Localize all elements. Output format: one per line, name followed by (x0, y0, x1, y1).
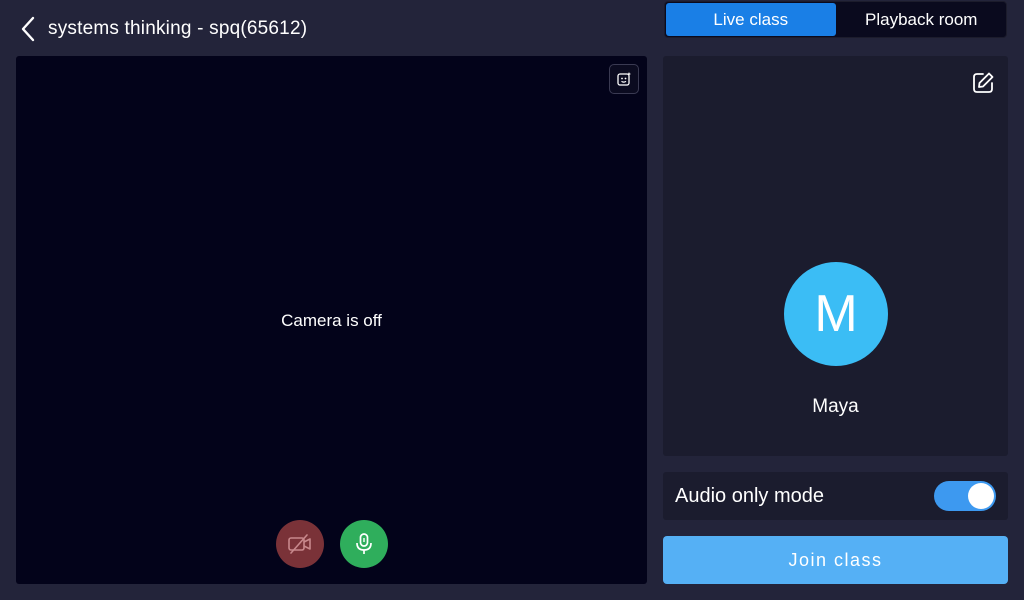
back-button[interactable] (14, 12, 42, 46)
page-title: systems thinking - spq(65612) (48, 18, 308, 39)
tab-playback-room[interactable]: Playback room (837, 2, 1007, 37)
join-class-button[interactable]: Join class (663, 536, 1008, 584)
tab-live-class[interactable]: Live class (666, 3, 836, 36)
user-profile-panel: M Maya (663, 56, 1008, 456)
beauty-filter-icon (617, 72, 631, 86)
avatar: M (784, 262, 888, 366)
chevron-left-icon (21, 16, 35, 42)
camera-off-icon (288, 534, 311, 554)
room-tabs: Live class Playback room (664, 1, 1007, 38)
edit-icon (973, 72, 994, 93)
camera-preview: Camera is off (16, 56, 647, 584)
audio-only-toggle[interactable] (934, 481, 996, 511)
toggle-knob (968, 483, 994, 509)
user-name: Maya (812, 396, 859, 417)
microphone-icon (356, 533, 372, 554)
edit-profile-button[interactable] (970, 70, 996, 96)
audio-only-label: Audio only mode (675, 485, 824, 507)
beauty-filter-button[interactable] (609, 64, 639, 94)
camera-status-text: Camera is off (281, 311, 382, 330)
camera-toggle-button[interactable] (276, 520, 324, 568)
audio-only-row: Audio only mode (663, 472, 1008, 520)
microphone-toggle-button[interactable] (340, 520, 388, 568)
